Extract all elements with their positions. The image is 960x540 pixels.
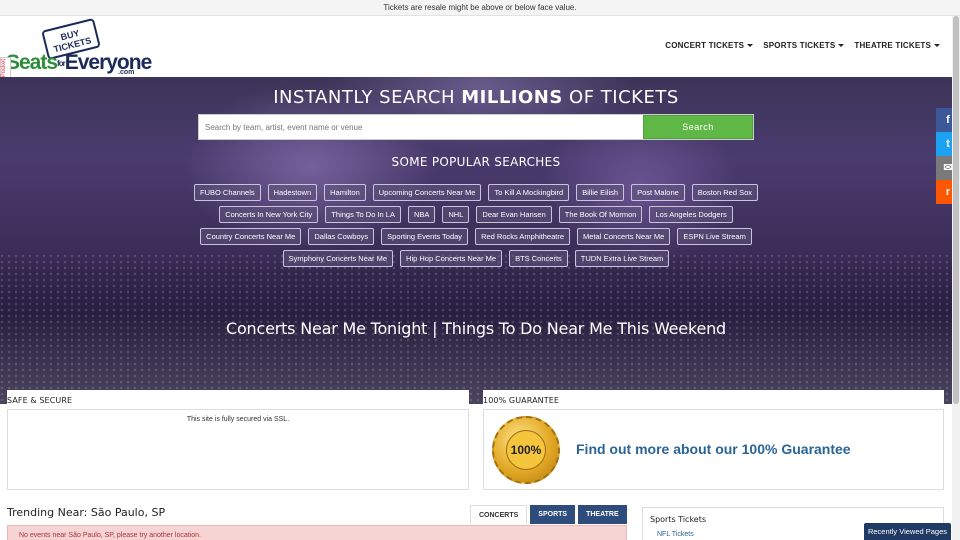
popular-search-link[interactable]: Los Angeles Dodgers [649,206,733,223]
badge-percent: 100% [506,430,546,470]
hero-headline: Concerts Near Me Tonight | Things To Do … [225,319,726,338]
popular-search-link[interactable]: Post Malone [631,184,685,201]
nav-sports-tickets[interactable]: SPORTS TICKETS [763,41,845,50]
nav-label: CONCERT TICKETS [665,41,745,50]
popular-search-link[interactable]: Metal Concerts Near Me [577,228,671,245]
popular-search-link[interactable]: Hadestown [267,184,318,201]
page-scrollbar[interactable] [952,16,960,540]
popular-search-link[interactable]: BTS Concerts [509,250,568,267]
brand-end: Everyone [64,51,153,74]
popular-search-link[interactable]: Concerts In New York City [219,206,319,223]
hero-title: INSTANTLY SEARCH MILLIONS OF TICKETS [0,87,952,108]
nav-concert-tickets[interactable]: CONCERT TICKETS [665,41,754,50]
hero-title-bold: MILLIONS [461,87,563,108]
safe-secure-title: SAFE & SECURE [7,396,73,405]
nav-label: SPORTS TICKETS [763,41,836,50]
popular-search-link[interactable]: Billie Eilish [576,184,625,201]
popular-search-link[interactable]: Boston Red Sox [691,184,758,201]
guarantee-title: 100% GUARANTEE [483,396,560,405]
caret-down-icon [747,44,754,48]
popular-search-link[interactable]: TUDN Extra Live Stream [574,250,670,267]
search-bar: Search [198,114,754,140]
pill-row: Country Concerts Near Me Dallas Cowboys … [0,228,952,245]
no-events-alert: No events near São Paulo, SP, please try… [7,525,627,540]
tab-sports[interactable]: SPORTS [530,505,576,524]
popular-search-link[interactable]: Dear Evan Hansen [476,206,552,223]
popular-search-link[interactable]: ESPN Live Stream [677,228,752,245]
scrollbar-thumb[interactable] [953,16,959,404]
popular-search-link[interactable]: Sporting Events Today [381,228,469,245]
tab-concerts[interactable]: CONCERTS [470,505,528,524]
resale-notice: Tickets are resale might be above or bel… [0,0,960,16]
search-button[interactable]: Search [643,115,753,139]
pill-row: FUBO Channels Hadestown Hamilton Upcomin… [0,184,952,201]
popular-search-link[interactable]: NHL [442,206,470,223]
popular-search-link[interactable]: Dallas Cowboys [308,228,375,245]
main-nav: CONCERT TICKETS SPORTS TICKETS THEATRE T… [665,41,940,50]
popular-searches: FUBO Channels Hadestown Hamilton Upcomin… [0,184,952,272]
brand-start: Seats [6,51,58,74]
nav-label: THEATRE TICKETS [854,41,931,50]
site-logo[interactable]: BUY TICKETS SeatsforEveryone .com [6,17,152,76]
brand-for: for [57,58,66,68]
hero-banner: INSTANTLY SEARCH MILLIONS OF TICKETS Sea… [0,77,952,404]
popular-search-link[interactable]: FUBO Channels [194,184,261,201]
popular-search-link[interactable]: Upcoming Concerts Near Me [372,184,482,201]
search-input[interactable] [199,115,643,139]
popular-search-link[interactable]: Red Rocks Amphitheatre [475,228,571,245]
site-header: BUY TICKETS SeatsforEveryone .com CONCER… [0,16,952,77]
sports-tickets-title: Sports Tickets [650,515,707,524]
popular-search-link[interactable]: To Kill A Mockingbird [488,184,570,201]
safe-secure-panel: SAFE & SECURE This site is fully secured… [7,390,469,493]
trending-tabs: CONCERTS SPORTS THEATRE [470,505,627,524]
popular-search-link[interactable]: Symphony Concerts Near Me [282,250,394,267]
pill-row: Symphony Concerts Near Me Hip Hop Concer… [0,250,952,267]
popular-search-link[interactable]: Things To Do In LA [325,206,401,223]
ssl-notice: This site is fully secured via SSL. [7,409,469,490]
twitter-icon: t [946,138,950,150]
nfl-tickets-link[interactable]: NFL Tickets [657,531,694,538]
satisfaction-guarantee-badge: 100% [492,416,560,484]
caret-down-icon [838,44,845,48]
tab-theatre[interactable]: THEATRE [578,505,627,524]
brand-domain: .com [118,69,135,76]
popular-search-link[interactable]: Hamilton [324,184,366,201]
hero-title-pre: INSTANTLY SEARCH [273,87,462,108]
popular-search-link[interactable]: NBA [407,206,436,223]
hero-title-post: OF TICKETS [562,87,679,108]
guarantee-body: 100% Find out more about our 100% Guaran… [483,409,944,490]
nav-theatre-tickets[interactable]: THEATRE TICKETS [854,41,940,50]
reddit-icon: r [945,186,951,198]
facebook-icon: f [946,114,950,126]
popular-search-link[interactable]: Country Concerts Near Me [200,228,302,245]
pocket-label: Pocket [1,58,7,77]
popular-searches-title: SOME POPULAR SEARCHES [391,155,561,169]
trending-title: Trending Near: São Paulo, SP [7,506,166,519]
caret-down-icon [934,44,940,48]
pill-row: Concerts In New York City Things To Do I… [0,206,952,223]
guarantee-panel: 100% GUARANTEE 100% Find out more about … [483,390,944,493]
popular-search-link[interactable]: The Book Of Mormon [558,206,643,223]
guarantee-link[interactable]: Find out more about our 100% Guarantee [576,441,851,457]
ssl-text: This site is fully secured via SSL. [186,416,290,423]
popular-search-link[interactable]: Hip Hop Concerts Near Me [400,250,503,267]
recently-viewed-button[interactable]: Recently Viewed Pages [864,523,951,540]
